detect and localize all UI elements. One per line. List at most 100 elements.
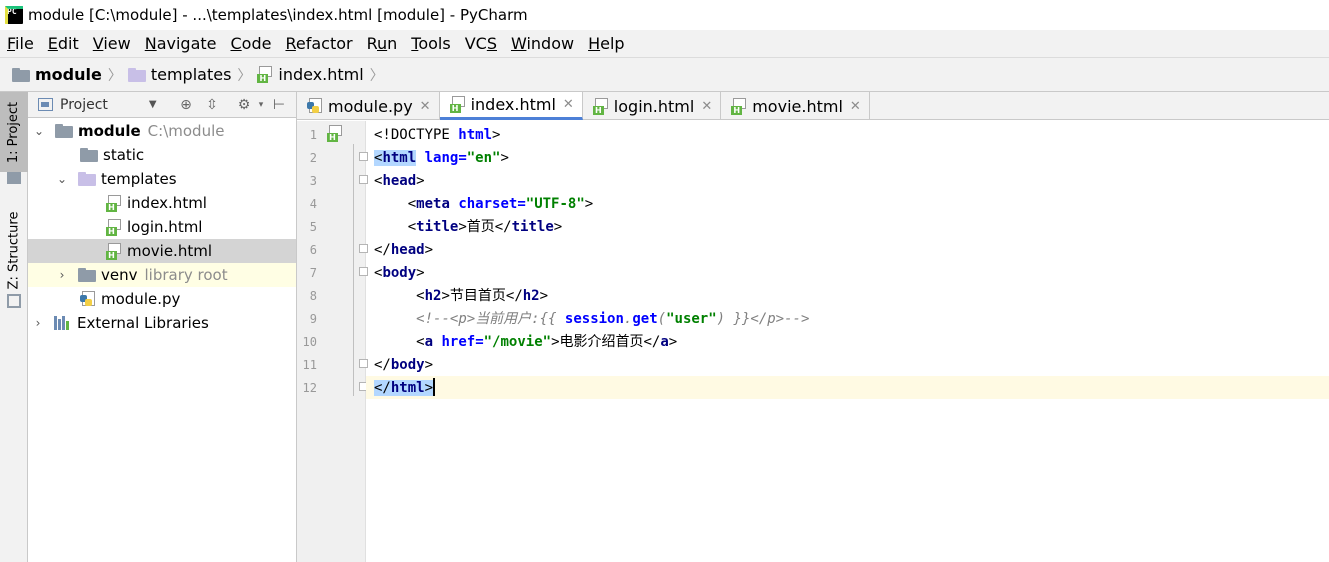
window-title: module [C:\module] - ...\templates\index…	[28, 6, 528, 24]
folder-icon	[78, 172, 96, 186]
project-panel-header: Project ▼ ⊕ ⇳ ⚙ ▾ ⊢	[28, 92, 296, 118]
python-file-icon	[307, 97, 323, 115]
html-file-icon: H	[731, 97, 747, 115]
close-icon[interactable]: ✕	[701, 99, 712, 114]
current-line-highlight	[366, 376, 1329, 399]
hide-panel-icon[interactable]: ⊢	[271, 97, 287, 113]
project-panel: Project ▼ ⊕ ⇳ ⚙ ▾ ⊢ ⌄ module C:\module s…	[28, 92, 297, 562]
chevron-right-icon[interactable]: ›	[56, 268, 68, 282]
line-number: 8	[309, 289, 317, 303]
html-file-icon: H	[449, 96, 466, 113]
menu-refactor[interactable]: Refactor	[285, 34, 352, 53]
breadcrumb-templates[interactable]: templates 〉	[127, 65, 258, 85]
chevron-right-icon[interactable]: ›	[32, 316, 44, 330]
tree-item-module[interactable]: ⌄ module C:\module	[28, 119, 296, 143]
tree-item-movie-html[interactable]: H movie.html	[28, 239, 296, 263]
line-number: 5	[309, 220, 317, 234]
html-file-icon: H	[592, 97, 609, 115]
tab-movie-html[interactable]: H movie.html ✕	[721, 92, 870, 120]
text-caret	[433, 378, 436, 396]
fold-marker-icon[interactable]	[359, 175, 368, 184]
settings-gear-icon[interactable]: ⚙	[236, 97, 252, 113]
menu-tools[interactable]: Tools	[411, 34, 450, 53]
fold-marker-icon[interactable]	[359, 244, 368, 253]
project-view-selector[interactable]: Project	[60, 97, 108, 113]
tree-item-static[interactable]: static	[28, 143, 296, 167]
code-line-10: <a href="/movie">电影介绍首页</a>	[416, 334, 678, 350]
folder-icon	[127, 67, 146, 82]
project-tool-icon	[7, 172, 21, 184]
locate-target-icon[interactable]: ⊕	[178, 97, 194, 113]
code-line-2: <html lang="en">	[374, 150, 509, 166]
line-number: 2	[309, 151, 317, 165]
close-icon[interactable]: ✕	[850, 99, 861, 114]
tree-item-external-libraries[interactable]: › External Libraries	[28, 311, 296, 335]
code-editor[interactable]: 1 H 2 3 4 5 6 7 8 9 10 11 12 <!DOCTYPE h…	[297, 121, 1329, 562]
folder-icon	[78, 268, 96, 282]
editor-tabs: module.py ✕ H index.html ✕ H login.html …	[297, 92, 1329, 120]
folder-icon	[80, 148, 98, 162]
menu-code[interactable]: Code	[231, 34, 272, 53]
chevron-right-icon: 〉	[237, 67, 252, 84]
library-icon	[54, 316, 72, 330]
line-number: 3	[309, 174, 317, 188]
tree-item-index-html[interactable]: H index.html	[28, 191, 296, 215]
menu-file[interactable]: File	[7, 34, 34, 53]
menu-view[interactable]: View	[93, 34, 131, 53]
breadcrumb-index-html[interactable]: H index.html 〉	[257, 65, 389, 85]
breadcrumb-module[interactable]: module 〉	[12, 65, 128, 85]
tree-item-venv[interactable]: › venv library root	[28, 263, 296, 287]
tab-module-py[interactable]: module.py ✕	[297, 92, 440, 120]
tree-item-templates[interactable]: ⌄ templates	[28, 167, 296, 191]
dropdown-arrow-icon[interactable]: ▼	[149, 99, 157, 110]
menu-edit[interactable]: Edit	[48, 34, 79, 53]
tree-item-login-html[interactable]: H login.html	[28, 215, 296, 239]
html-file-icon: H	[327, 125, 343, 142]
code-line-11: </body>	[374, 357, 434, 373]
code-line-9: <!--<p>当前用户:{{ session.get("user") }}</p…	[416, 311, 810, 327]
line-number: 6	[309, 243, 317, 257]
code-line-8: <h2>节目首页</h2>	[416, 288, 549, 304]
fold-marker-icon[interactable]	[359, 152, 368, 161]
pycharm-logo-icon: PC	[5, 6, 23, 24]
folder-icon	[55, 124, 73, 138]
collapse-all-icon[interactable]: ⇳	[204, 97, 220, 113]
breadcrumb: module 〉 templates 〉 H index.html 〉	[0, 57, 1329, 92]
menu-window[interactable]: Window	[511, 34, 574, 53]
menu-run[interactable]: Run	[367, 34, 398, 53]
code-line-3: <head>	[374, 173, 425, 189]
code-line-6: </head>	[374, 242, 434, 258]
menu-help[interactable]: Help	[588, 34, 624, 53]
project-view-icon	[38, 98, 53, 111]
code-line-5: <title>首页</title>	[407, 219, 563, 235]
code-line-7: <body>	[374, 265, 425, 281]
python-file-icon	[80, 290, 96, 308]
tool-tab-structure[interactable]: Z: Structure	[0, 210, 28, 290]
chevron-down-icon[interactable]: ⌄	[33, 124, 45, 138]
folder-icon	[12, 67, 30, 82]
fold-marker-icon[interactable]	[359, 267, 368, 276]
html-file-icon: H	[106, 194, 122, 212]
menu-navigate[interactable]: Navigate	[145, 34, 217, 53]
code-line-1: <!DOCTYPE html>	[374, 127, 501, 143]
structure-tool-icon	[7, 294, 21, 308]
editor-gutter: 1 H 2 3 4 5 6 7 8 9 10 11 12	[297, 121, 368, 562]
line-number: 4	[309, 197, 317, 211]
tab-login-html[interactable]: H login.html ✕	[583, 92, 722, 120]
tab-index-html[interactable]: H index.html ✕	[439, 92, 583, 120]
chevron-down-icon[interactable]: ⌄	[56, 172, 68, 186]
gear-dropdown-icon[interactable]: ▾	[253, 97, 269, 113]
close-icon[interactable]: ✕	[563, 97, 574, 112]
tree-item-module-py[interactable]: module.py	[28, 287, 296, 311]
tool-tab-project[interactable]: 1: Project	[0, 92, 28, 172]
title-bar: PC module [C:\module] - ...\templates\in…	[0, 0, 1329, 30]
line-number: 7	[309, 266, 317, 280]
menu-bar: File Edit View Navigate Code Refactor Ru…	[0, 30, 1329, 57]
line-number: 11	[302, 358, 317, 372]
html-file-icon: H	[257, 66, 273, 83]
chevron-right-icon: 〉	[107, 67, 122, 84]
close-icon[interactable]: ✕	[420, 99, 431, 114]
line-number: 10	[302, 335, 317, 349]
menu-vcs[interactable]: VCS	[465, 34, 497, 53]
fold-marker-icon[interactable]	[359, 359, 368, 368]
